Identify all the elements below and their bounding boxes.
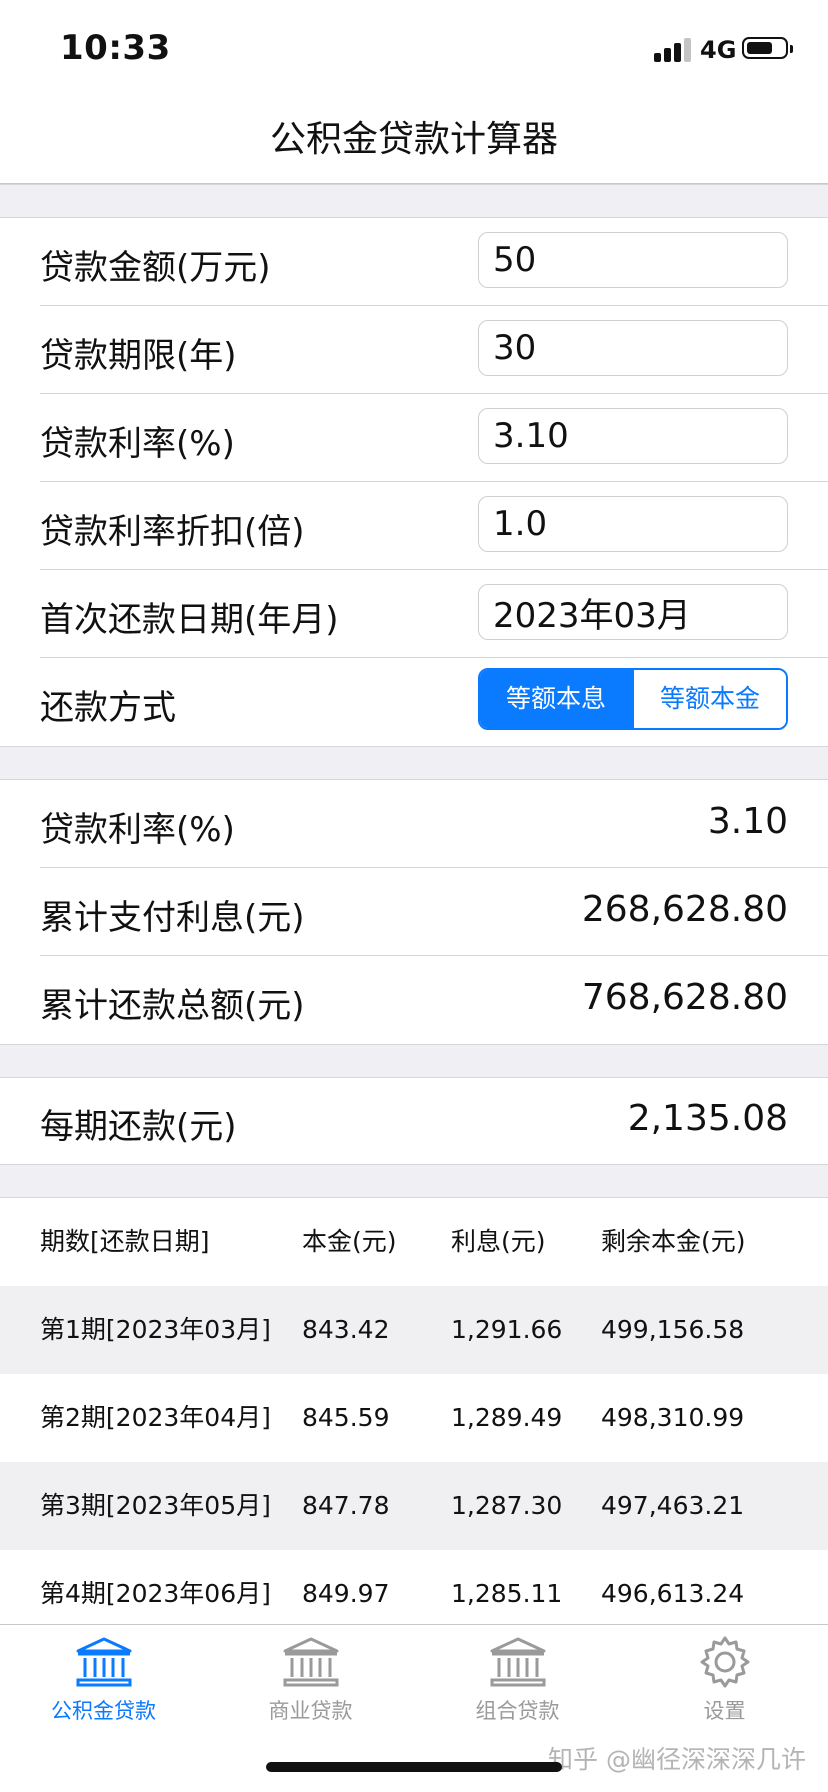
form-row-first-date: 首次还款日期(年月): [0, 570, 828, 658]
monthly-payment-label: 每期还款(元): [40, 1107, 237, 1147]
status-bar: 10:33 4G: [0, 0, 828, 96]
total-payment-value: 768,628.80: [581, 977, 788, 1018]
method-equal-installment-option[interactable]: 等额本息: [480, 670, 632, 728]
cell-period: 第2期[2023年04月]: [40, 1403, 271, 1432]
tab-label: 公积金贷款: [51, 1699, 156, 1723]
cell-period: 第1期[2023年03月]: [40, 1315, 271, 1344]
loan-rate-input[interactable]: [478, 408, 788, 464]
form-row-term: 贷款期限(年): [0, 306, 828, 394]
status-time: 10:33: [60, 28, 171, 68]
cell-interest: 1,291.66: [451, 1315, 563, 1344]
summary-row-rate: 贷款利率(%) 3.10: [0, 780, 828, 868]
tab-commercial-loan[interactable]: 商业贷款: [207, 1635, 414, 1745]
summary-row-total-payment: 累计还款总额(元) 768,628.80: [0, 956, 828, 1044]
total-payment-label: 累计还款总额(元): [40, 986, 305, 1026]
section-gap: [0, 746, 828, 780]
form-row-method: 还款方式 等额本息 等额本金: [0, 658, 828, 746]
monthly-payment-value: 2,135.08: [627, 1098, 788, 1139]
form-row-rate: 贷款利率(%): [0, 394, 828, 482]
tab-label: 组合贷款: [475, 1699, 560, 1723]
total-interest-label: 累计支付利息(元): [40, 898, 305, 938]
network-type: 4G: [700, 36, 737, 64]
form-row-amount: 贷款金额(万元): [0, 218, 828, 306]
rate-label: 贷款利率(%): [40, 424, 235, 464]
method-label: 还款方式: [40, 688, 176, 728]
gear-icon: [700, 1636, 749, 1688]
tab-provident-fund-loan[interactable]: 公积金贷款: [0, 1635, 207, 1745]
table-row: 第2期[2023年04月] 845.59 1,289.49 498,310.99: [0, 1374, 828, 1462]
bank-icon: [76, 1637, 131, 1687]
cell-remaining: 497,463.21: [601, 1491, 745, 1520]
section-gap: [0, 184, 828, 218]
table-row: 第1期[2023年03月] 843.42 1,291.66 499,156.58: [0, 1286, 828, 1374]
watermark: 知乎 @幽径深深深几许: [548, 1745, 806, 1774]
section-gap: [0, 1164, 828, 1198]
summary-row-total-interest: 累计支付利息(元) 268,628.80: [0, 868, 828, 956]
header-principal: 本金(元): [302, 1227, 397, 1256]
battery-icon: [742, 37, 793, 59]
monthly-payment-row: 每期还款(元) 2,135.08: [0, 1078, 828, 1164]
amount-label: 贷款金额(万元): [40, 248, 271, 288]
bank-icon: [490, 1637, 545, 1687]
cell-period: 第3期[2023年05月]: [40, 1491, 271, 1520]
table-row: 第3期[2023年05月] 847.78 1,287.30 497,463.21: [0, 1462, 828, 1550]
section-gap: [0, 1044, 828, 1078]
cell-principal: 845.59: [302, 1403, 390, 1432]
loan-term-input[interactable]: [478, 320, 788, 376]
total-interest-value: 268,628.80: [581, 889, 788, 930]
bank-icon: [283, 1637, 338, 1687]
header-interest: 利息(元): [451, 1227, 546, 1256]
repayment-method-segmented-control: 等额本息 等额本金: [478, 668, 788, 730]
rate-discount-input[interactable]: [478, 496, 788, 552]
cell-principal: 843.42: [302, 1315, 390, 1344]
header-period: 期数[还款日期]: [40, 1227, 210, 1256]
tab-label: 商业贷款: [268, 1699, 353, 1723]
cell-principal: 847.78: [302, 1491, 390, 1520]
form-row-discount: 贷款利率折扣(倍): [0, 482, 828, 570]
tab-combined-loan[interactable]: 组合贷款: [414, 1635, 621, 1745]
header-remaining: 剩余本金(元): [601, 1227, 746, 1256]
summary-rate-label: 贷款利率(%): [40, 810, 235, 850]
discount-label: 贷款利率折扣(倍): [40, 512, 305, 552]
cell-remaining: 498,310.99: [601, 1403, 745, 1432]
loan-amount-input[interactable]: [478, 232, 788, 288]
cell-remaining: 499,156.58: [601, 1315, 745, 1344]
navigation-bar: 公积金贷款计算器: [0, 96, 828, 184]
first-date-label: 首次还款日期(年月): [40, 600, 339, 640]
tab-settings[interactable]: 设置: [621, 1635, 828, 1745]
cell-interest: 1,289.49: [451, 1403, 563, 1432]
first-repayment-date-input[interactable]: [478, 584, 788, 640]
cell-interest: 1,287.30: [451, 1491, 563, 1520]
term-label: 贷款期限(年): [40, 336, 237, 376]
method-equal-principal-option[interactable]: 等额本金: [632, 670, 786, 728]
tab-label: 设置: [703, 1699, 746, 1723]
signal-strength-icon: [654, 36, 692, 62]
page-title: 公积金贷款计算器: [269, 119, 558, 160]
table-header: 期数[还款日期] 本金(元) 利息(元) 剩余本金(元): [0, 1198, 828, 1286]
summary-rate-value: 3.10: [707, 801, 788, 842]
home-indicator[interactable]: [266, 1762, 562, 1772]
